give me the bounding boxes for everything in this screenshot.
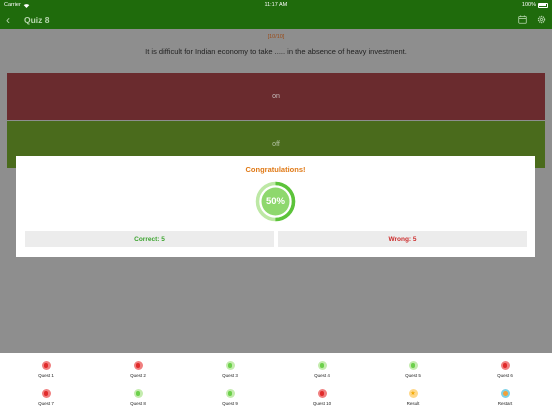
gear-icon[interactable] — [537, 15, 546, 24]
correct-dot-icon — [317, 361, 327, 370]
carrier-label: Carrier — [4, 2, 21, 8]
nav-item-quest-3[interactable]: Quest 3 — [210, 361, 250, 385]
wrong-dot-icon — [317, 389, 327, 398]
question-navigator: Quest 1 Quest 2 Quest 3 Quest 4 Quest 5 Quest… — [0, 353, 552, 414]
clock-label: 11:17 AM — [264, 2, 288, 8]
nav-actions — [518, 15, 546, 24]
nav-item-quest-6[interactable]: Quest 6 — [485, 361, 525, 385]
correct-dot-icon — [225, 361, 235, 370]
results-title: Congratulations! — [245, 165, 306, 174]
chevron-left-icon[interactable]: ‹ — [6, 14, 20, 26]
status-left: Carrier — [4, 2, 30, 8]
nav-item-label: Quest 4 — [314, 373, 330, 378]
nav-item-label: Result — [406, 401, 420, 406]
nav-bar: ‹ Quiz 8 — [0, 10, 552, 29]
nav-item-quest-7[interactable]: Quest 7 — [26, 389, 66, 413]
nav-item-label: Quest 10 — [312, 401, 332, 406]
nav-item-label: Restart — [497, 401, 513, 406]
nav-item-quest-1[interactable]: Quest 1 — [26, 361, 66, 385]
nav-item-label: Quest 9 — [222, 401, 238, 406]
nav-item-label: Quest 8 — [130, 401, 146, 406]
wrong-dot-icon — [41, 389, 51, 398]
status-right: 100% — [522, 2, 548, 8]
nav-item-label: Quest 2 — [130, 373, 146, 378]
correct-dot-icon — [408, 361, 418, 370]
wrong-dot-icon — [133, 361, 143, 370]
page-title: Quiz 8 — [24, 14, 50, 25]
wrong-dot-icon — [41, 361, 51, 370]
nav-item-label: Quest 3 — [222, 373, 238, 378]
nav-item-label: Quest 7 — [38, 401, 54, 406]
nav-item-label: Quest 6 — [497, 373, 513, 378]
star-icon: ★ — [408, 389, 418, 398]
question-text: It is difficult for Indian economy to ta… — [145, 47, 407, 56]
status-bar: Carrier 11:17 AM 100% — [0, 0, 552, 10]
nav-item-quest-2[interactable]: Quest 2 — [118, 361, 158, 385]
results-dialog: Congratulations! 50% Correct: 5 Wrong: 5 — [16, 156, 535, 257]
calendar-icon[interactable] — [518, 15, 527, 24]
nav-item-quest-9[interactable]: Quest 9 — [210, 389, 250, 413]
nav-item-result[interactable]: ★ Result — [393, 389, 433, 413]
correct-count: Correct: 5 — [25, 231, 274, 247]
score-ring: 50% — [255, 181, 296, 222]
score-percent: 50% — [265, 196, 285, 207]
wrong-count: Wrong: 5 — [278, 231, 527, 247]
battery-percent: 100% — [521, 2, 536, 8]
wrong-dot-icon — [500, 361, 510, 370]
nav-item-quest-5[interactable]: Quest 5 — [393, 361, 433, 385]
correct-dot-icon — [225, 389, 235, 398]
correct-dot-icon — [133, 389, 143, 398]
nav-item-quest-4[interactable]: Quest 4 — [302, 361, 342, 385]
question-count: [10/10] — [267, 34, 285, 40]
wifi-icon — [23, 3, 30, 8]
nav-item-label: Quest 5 — [405, 373, 421, 378]
answer-option-on[interactable]: on — [7, 73, 545, 120]
nav-item-quest-8[interactable]: Quest 8 — [118, 389, 158, 413]
nav-item-restart[interactable]: Restart — [485, 389, 525, 413]
nav-item-label: Quest 1 — [38, 373, 54, 378]
restart-icon — [500, 389, 510, 398]
nav-item-quest-10[interactable]: Quest 10 — [302, 389, 342, 413]
battery-icon — [537, 2, 548, 8]
